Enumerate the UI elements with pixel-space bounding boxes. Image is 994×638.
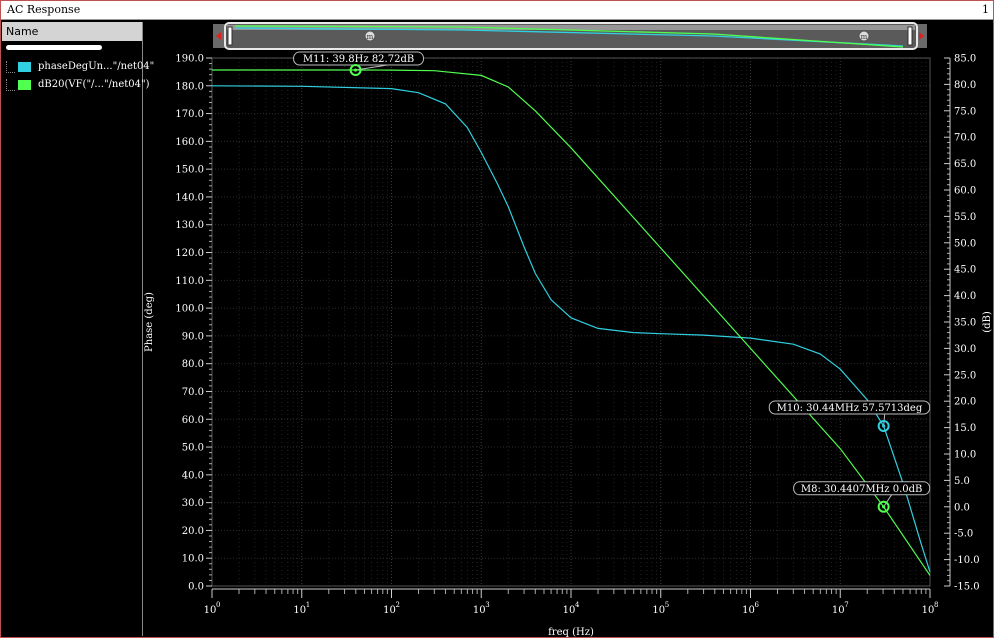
y-right-tick-label: 70.0 <box>954 133 976 144</box>
y-left-tick-label: 70.0 <box>182 387 204 398</box>
x-tick-exponent: 2 <box>396 601 400 609</box>
y-right-tick-label: 5.0 <box>954 476 970 487</box>
y-right-tick-label: 20.0 <box>954 397 976 408</box>
y-left-tick-label: 80.0 <box>182 359 204 370</box>
y-left-tick-label: 30.0 <box>182 498 204 509</box>
x-tick-label: 10 <box>742 605 755 616</box>
x-tick-label: 10 <box>832 605 845 616</box>
y-right-tick-label: -10.0 <box>954 555 980 566</box>
y-left-tick-label: 190.0 <box>175 54 204 65</box>
x-tick-label: 10 <box>204 605 217 616</box>
marker-m10-label: M10: 30.44MHz 57.5713deg <box>777 403 923 414</box>
y-right-tick-label: 50.0 <box>954 238 976 249</box>
y-left-tick-label: 100.0 <box>175 304 204 315</box>
y-left-tick-label: 150.0 <box>175 165 204 176</box>
marker-m10-leader <box>883 413 886 427</box>
y-left-tick-label: 20.0 <box>182 526 204 537</box>
y-axis-right-label: (dB) <box>982 311 993 333</box>
x-tick-exponent: 6 <box>755 601 760 609</box>
y-right-tick-label: -15.0 <box>954 582 980 593</box>
x-tick-label: 10 <box>293 605 306 616</box>
x-tick-label: 10 <box>383 605 396 616</box>
y-left-tick-label: 160.0 <box>175 137 204 148</box>
plot-markers[interactable]: M11: 39.8Hz 82.72dB M10: 30.44MHz 57.5713… <box>293 51 931 513</box>
y-left-tick-label: 170.0 <box>175 109 204 120</box>
right-y-axis: -15.0 -10.0 -5.0 0.0 5.0 10.0 15.0 20.0 25.0 30.0… <box>944 54 980 593</box>
y-right-tick-label: 60.0 <box>954 186 976 197</box>
y-right-tick-label: 45.0 <box>954 265 976 276</box>
x-tick-label: 10 <box>563 605 576 616</box>
plot-grid <box>211 57 931 587</box>
x-axis-label: freq (Hz) <box>548 627 594 638</box>
marker-m11-dot-icon <box>353 68 358 72</box>
marker-m10-dot-icon <box>882 424 886 428</box>
y-right-tick-label: 40.0 <box>954 291 976 302</box>
y-right-tick-label: 30.0 <box>954 344 976 355</box>
x-tick-exponent: 3 <box>485 601 489 609</box>
y-left-tick-label: 140.0 <box>175 192 204 203</box>
x-tick-label: 10 <box>922 605 935 616</box>
y-right-tick-label: 10.0 <box>954 450 976 461</box>
y-left-tick-label: 0.0 <box>188 582 204 593</box>
left-y-axis: 0.0 10.0 20.0 30.0 40.0 50.0 60.0 70.0 80.0 90.0 1… <box>175 54 212 593</box>
x-axis: 10 0 10 1 10 2 10 3 10 4 10 5 10 6 10 7 10 8 <box>204 588 938 616</box>
y-right-tick-label: 75.0 <box>954 106 976 117</box>
x-tick-label: 10 <box>652 605 665 616</box>
x-tick-exponent: 7 <box>844 601 848 609</box>
ac-response-plot[interactable]: 0.010.020.030.040.050.060.070.080.090.01… <box>0 0 994 638</box>
y-right-tick-label: 25.0 <box>954 370 976 381</box>
y-right-tick-label: -5.0 <box>954 529 973 540</box>
y-right-tick-label: 0.0 <box>954 502 970 513</box>
y-left-tick-label: 10.0 <box>182 554 204 565</box>
x-tick-exponent: 0 <box>216 601 220 609</box>
x-tick-exponent: 5 <box>665 601 669 609</box>
y-axis-left-label: Phase (deg) <box>144 292 155 352</box>
x-tick-exponent: 4 <box>575 601 580 609</box>
x-tick-exponent: 8 <box>934 601 938 609</box>
y-left-tick-label: 40.0 <box>182 470 204 481</box>
y-right-tick-label: 15.0 <box>954 423 976 434</box>
y-left-tick-label: 120.0 <box>175 248 204 259</box>
y-left-tick-label: 50.0 <box>182 443 204 454</box>
y-left-tick-label: 60.0 <box>182 415 204 426</box>
y-right-tick-label: 65.0 <box>954 159 976 170</box>
x-tick-exponent: 1 <box>306 601 310 609</box>
y-left-tick-label: 180.0 <box>175 81 204 92</box>
y-left-tick-label: 130.0 <box>175 220 204 231</box>
marker-m8-label: M8: 30.4407MHz 0.0dB <box>801 484 923 495</box>
y-right-tick-label: 55.0 <box>954 212 976 223</box>
y-right-tick-label: 85.0 <box>954 54 976 65</box>
x-tick-label: 10 <box>473 605 486 616</box>
y-right-tick-label: 35.0 <box>954 318 976 329</box>
y-left-tick-label: 110.0 <box>175 276 204 287</box>
marker-m8-dot-icon <box>882 505 886 509</box>
y-left-tick-label: 90.0 <box>182 331 204 342</box>
marker-m11-label: M11: 39.8Hz 82.72dB <box>303 54 414 65</box>
y-right-tick-label: 80.0 <box>954 80 976 91</box>
